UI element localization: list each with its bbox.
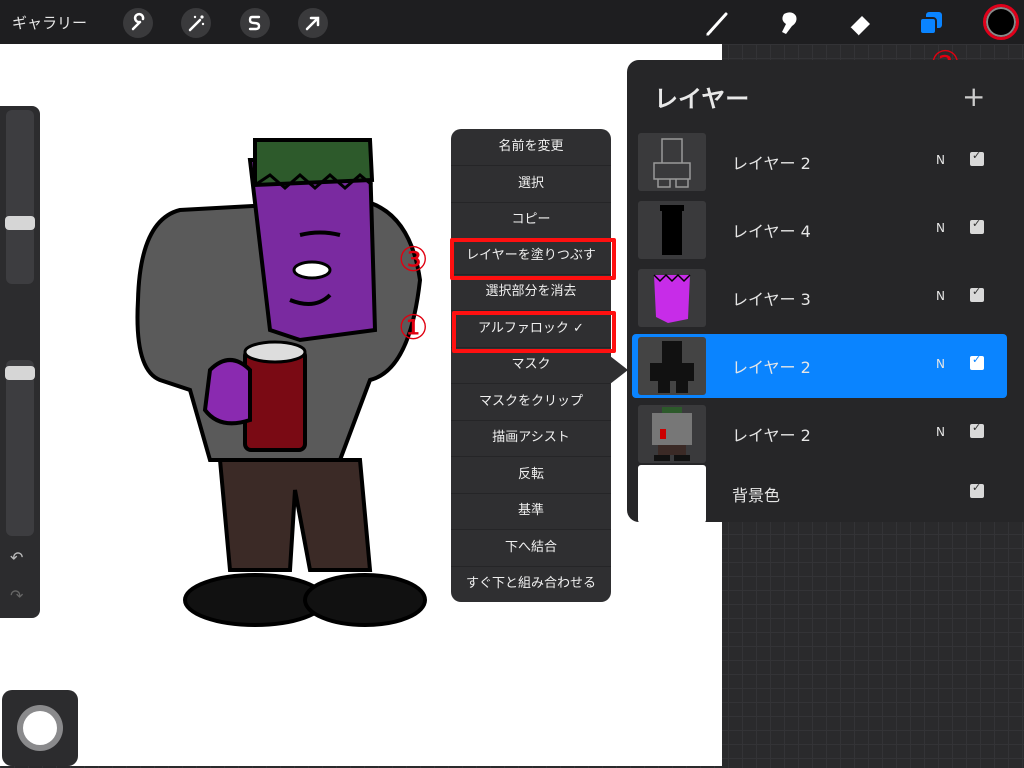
highlight-alpha-lock [452, 311, 616, 353]
layer-row-selected[interactable]: レイヤー 2 N [632, 334, 1007, 398]
layer-row[interactable]: レイヤー 2 N [632, 402, 1007, 466]
menu-reference[interactable]: 基準 [451, 493, 611, 530]
layer-name: レイヤー 3 [732, 290, 811, 309]
menu-clipping-mask[interactable]: マスクをクリップ [451, 384, 611, 421]
quickmenu-button[interactable] [2, 690, 78, 766]
menu-select[interactable]: 選択 [451, 166, 611, 203]
opacity-thumb[interactable] [5, 366, 35, 380]
frankenstein-illustration [135, 138, 427, 627]
layer-row[interactable]: レイヤー 4 N [632, 198, 1007, 262]
visibility-checkbox[interactable] [970, 217, 984, 234]
layer-name: レイヤー 2 [732, 358, 811, 377]
layer-name: レイヤー 2 [732, 154, 811, 173]
color-picker-button[interactable] [983, 4, 1019, 40]
visibility-checkbox[interactable] [970, 149, 984, 166]
eraser-icon[interactable] [844, 6, 878, 40]
layers-icon[interactable] [914, 6, 948, 40]
visibility-checkbox[interactable] [970, 421, 984, 438]
menu-drawing-assist[interactable]: 描画アシスト [451, 420, 611, 457]
layer-name: レイヤー 4 [732, 222, 811, 241]
quickmenu-inner [23, 711, 57, 745]
annotation-one: ① [398, 308, 429, 348]
visibility-checkbox[interactable] [970, 353, 984, 370]
selection-s-icon[interactable] [240, 8, 270, 38]
visibility-checkbox[interactable] [970, 285, 984, 302]
gallery-button[interactable]: ギャラリー [12, 12, 87, 33]
blend-mode[interactable]: N [936, 289, 945, 303]
top-toolbar: ギャラリー [0, 0, 1024, 44]
brush-size-thumb[interactable] [5, 216, 35, 230]
drawing-canvas[interactable] [0, 44, 722, 766]
layer-row-background[interactable]: 背景色 [632, 462, 1007, 526]
highlight-fill-layer [450, 238, 616, 280]
visibility-checkbox[interactable] [970, 481, 984, 498]
layer-name: レイヤー 2 [732, 426, 811, 445]
menu-combine-down[interactable]: すぐ下と組み合わせる [451, 566, 611, 602]
layer-thumbnail [638, 133, 706, 191]
menu-merge-down[interactable]: 下へ結合 [451, 530, 611, 567]
blend-mode[interactable]: N [936, 425, 945, 439]
menu-invert[interactable]: 反転 [451, 457, 611, 494]
menu-copy[interactable]: コピー [451, 202, 611, 239]
wrench-icon[interactable] [123, 8, 153, 38]
layer-row[interactable]: レイヤー 2 N [632, 130, 1007, 194]
annotation-three: ③ [398, 240, 429, 280]
blend-mode[interactable]: N [936, 357, 945, 371]
redo-icon[interactable]: ↷ [10, 586, 23, 605]
layer-thumbnail [638, 465, 706, 523]
left-sidebar: ↶ ↷ [0, 106, 40, 618]
layer-name: 背景色 [732, 486, 781, 505]
layer-thumbnail [638, 337, 706, 395]
magic-wand-icon[interactable] [181, 8, 211, 38]
menu-rename[interactable]: 名前を変更 [451, 129, 611, 166]
layers-panel-title: レイヤー [654, 85, 750, 113]
brush-size-slider[interactable] [5, 110, 35, 284]
layer-thumbnail [638, 201, 706, 259]
blend-mode[interactable]: N [936, 221, 945, 235]
brush-icon[interactable] [700, 6, 734, 40]
arrow-transform-icon[interactable] [298, 8, 328, 38]
layer-thumbnail [638, 405, 706, 463]
opacity-slider[interactable] [5, 360, 35, 536]
layer-options-menu: 名前を変更 選択 コピー レイヤーを塗りつぶす 選択部分を消去 アルファロック … [451, 129, 611, 602]
undo-icon[interactable]: ↶ [10, 548, 23, 567]
menu-pointer-arrow [610, 356, 628, 384]
blend-mode[interactable]: N [936, 153, 945, 167]
layer-thumbnail [638, 269, 706, 327]
add-layer-button[interactable]: + [962, 80, 985, 113]
smudge-icon[interactable] [772, 6, 806, 40]
layer-row[interactable]: レイヤー 3 N [632, 266, 1007, 330]
